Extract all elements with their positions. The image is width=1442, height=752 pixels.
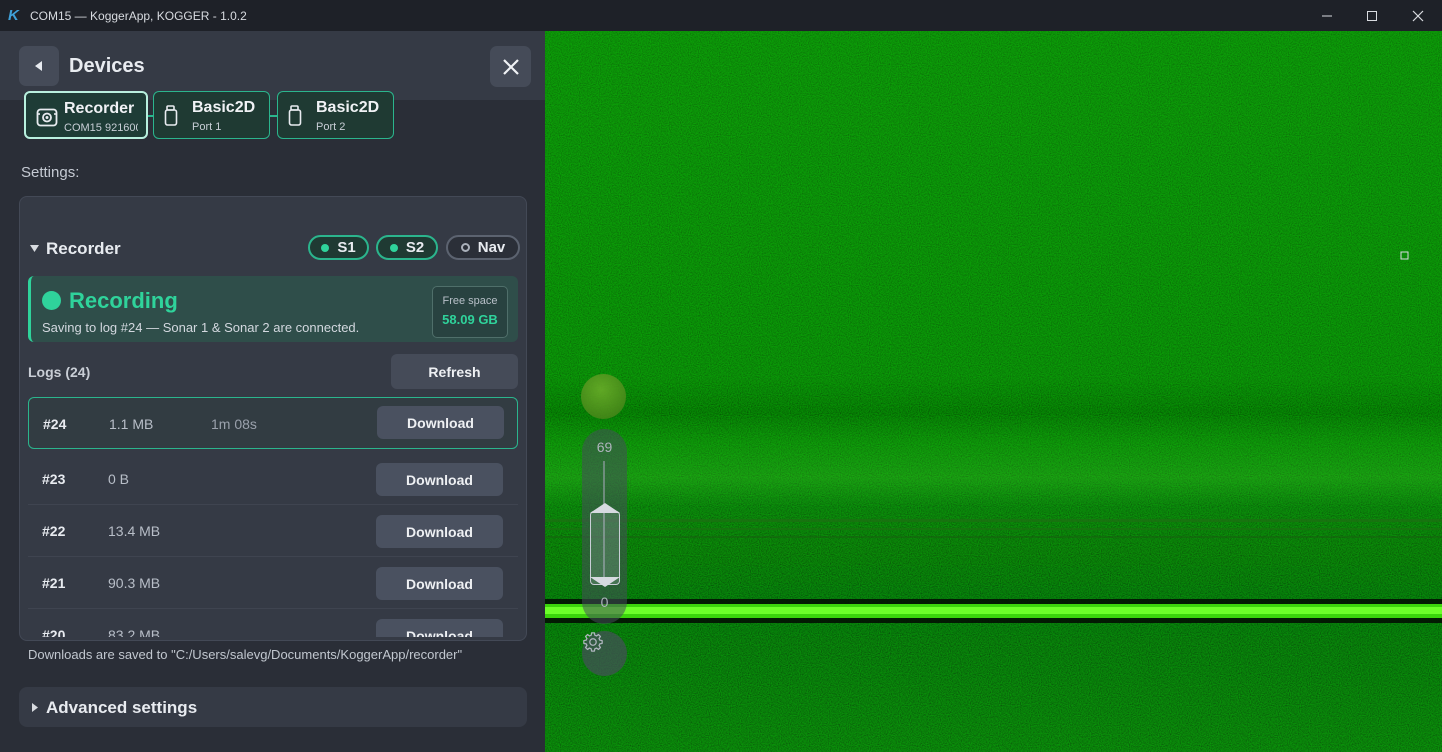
slider-max: 69 (596, 439, 613, 455)
slider-range[interactable] (590, 511, 620, 585)
device-port: Port 1 (192, 121, 222, 133)
sonar-device-icon (288, 105, 302, 126)
advanced-settings-title: Advanced settings (46, 698, 198, 717)
title-bar: K COM15 — KoggerApp, KOGGER - 1.0.2 (0, 0, 1442, 31)
log-id: #21 (42, 575, 66, 591)
gear-icon (583, 632, 603, 652)
settings-label: Settings: (21, 164, 80, 181)
device-name: Basic2D (192, 99, 256, 116)
triangle-down-icon[interactable] (30, 244, 39, 253)
free-space-label: Free space (442, 295, 498, 307)
refresh-button[interactable]: Refresh (391, 354, 518, 389)
device-connector (270, 115, 277, 117)
close-panel-button[interactable] (490, 46, 531, 87)
device-name: Recorder (64, 100, 135, 117)
pill-nav[interactable]: Nav (446, 235, 520, 260)
log-size: 1.1 MB (109, 416, 154, 432)
download-button[interactable]: Download (376, 567, 503, 600)
log-size: 90.3 MB (108, 575, 161, 591)
maximize-button[interactable] (1349, 0, 1395, 31)
log-size: 13.4 MB (108, 523, 161, 539)
slider-min: 0 (600, 594, 609, 610)
log-size: 0 B (108, 471, 130, 487)
log-duration: 1m 08s (211, 416, 257, 432)
threshold-slider[interactable]: 69 0 (582, 429, 627, 624)
close-icon (1412, 10, 1424, 21)
device-name: Basic2D (316, 99, 380, 116)
pill-s1[interactable]: S1 (308, 235, 369, 260)
close-window-button[interactable] (1395, 0, 1441, 31)
slider-handle-bottom-icon[interactable] (590, 577, 620, 587)
status-dot-icon (389, 243, 398, 252)
logs-label: Logs (24) (28, 364, 91, 380)
close-icon (502, 58, 519, 75)
download-button[interactable]: Download (376, 463, 503, 496)
app-logo-icon: K (8, 6, 19, 24)
log-size: 83.2 MB (108, 627, 161, 637)
log-id: #20 (42, 627, 66, 637)
log-row[interactable]: #20 83.2 MB Download (28, 609, 518, 637)
device-port: COM15 9216000 (64, 122, 138, 134)
log-row[interactable]: #24 1.1 MB 1m 08s Download (28, 397, 518, 449)
pill-label: S2 (405, 239, 425, 256)
recorder-icon (36, 108, 58, 127)
log-id: #23 (42, 471, 66, 487)
advanced-settings-card[interactable]: Advanced settings (19, 687, 527, 727)
panel-title: Devices (69, 55, 145, 77)
log-row[interactable]: #21 90.3 MB Download (28, 557, 518, 609)
recorder-section-title[interactable]: Recorder (46, 239, 121, 259)
free-space-box: Free space 58.09 GB (432, 286, 508, 338)
status-dot-icon (321, 243, 330, 252)
color-palette-icon[interactable] (581, 374, 626, 419)
pill-label: S1 (337, 239, 356, 256)
pill-label: Nav (477, 239, 506, 256)
panel-header: Devices (0, 31, 545, 100)
status-dot-off-icon (460, 243, 470, 252)
slider-handle-top-icon[interactable] (590, 503, 620, 513)
triangle-left-icon (35, 61, 42, 71)
log-row[interactable]: #23 0 B Download (28, 453, 518, 505)
minimize-icon (1322, 15, 1332, 16)
log-list[interactable]: #24 1.1 MB 1m 08s Download #23 0 B Downl… (28, 397, 518, 637)
free-space-value: 58.09 GB (442, 312, 498, 327)
window-title: COM15 — KoggerApp, KOGGER - 1.0.2 (30, 8, 247, 23)
device-card-basic2d-port1[interactable]: Basic2D Port 1 (153, 91, 270, 139)
pill-s2[interactable]: S2 (376, 235, 438, 260)
echogram-view[interactable]: 69 0 (545, 31, 1442, 752)
triangle-right-icon (32, 703, 38, 712)
sonar-device-icon (164, 105, 178, 126)
device-card-recorder[interactable]: Recorder COM15 9216000 (24, 91, 148, 139)
log-row[interactable]: #22 13.4 MB Download (28, 505, 518, 557)
download-path: Downloads are saved to "C:/Users/salevg/… (28, 647, 463, 662)
download-button[interactable]: Download (376, 619, 503, 637)
download-button[interactable]: Download (377, 406, 504, 439)
back-button[interactable] (19, 46, 59, 86)
echogram-settings-button[interactable] (582, 631, 627, 676)
device-card-basic2d-port2[interactable]: Basic2D Port 2 (277, 91, 394, 139)
log-id: #24 (43, 416, 67, 432)
maximize-icon (1367, 10, 1377, 21)
recording-dot-icon (42, 291, 61, 310)
minimize-button[interactable] (1304, 0, 1350, 31)
recording-message: Saving to log #24 — Sonar 1 & Sonar 2 ar… (42, 320, 360, 335)
log-id: #22 (42, 523, 66, 539)
device-port: Port 2 (316, 121, 346, 133)
recording-status: Recording (69, 288, 178, 313)
download-button[interactable]: Download (376, 515, 503, 548)
echogram-canvas (545, 31, 1442, 752)
